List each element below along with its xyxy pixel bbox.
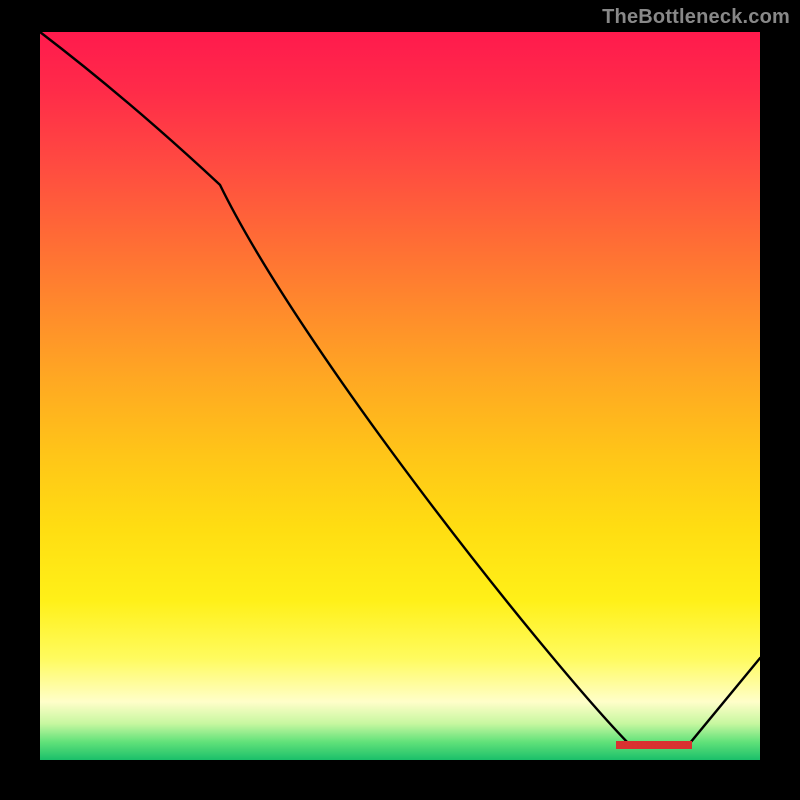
series-line (40, 32, 760, 745)
highlight-badge: BOTTLENECK-ED (616, 741, 692, 749)
chart-stage: TheBottleneck.com BOTTLENECK-ED (0, 0, 800, 800)
watermark-label: TheBottleneck.com (602, 6, 790, 29)
bottleneck-curve (40, 32, 760, 760)
plot-area: BOTTLENECK-ED (40, 32, 760, 760)
